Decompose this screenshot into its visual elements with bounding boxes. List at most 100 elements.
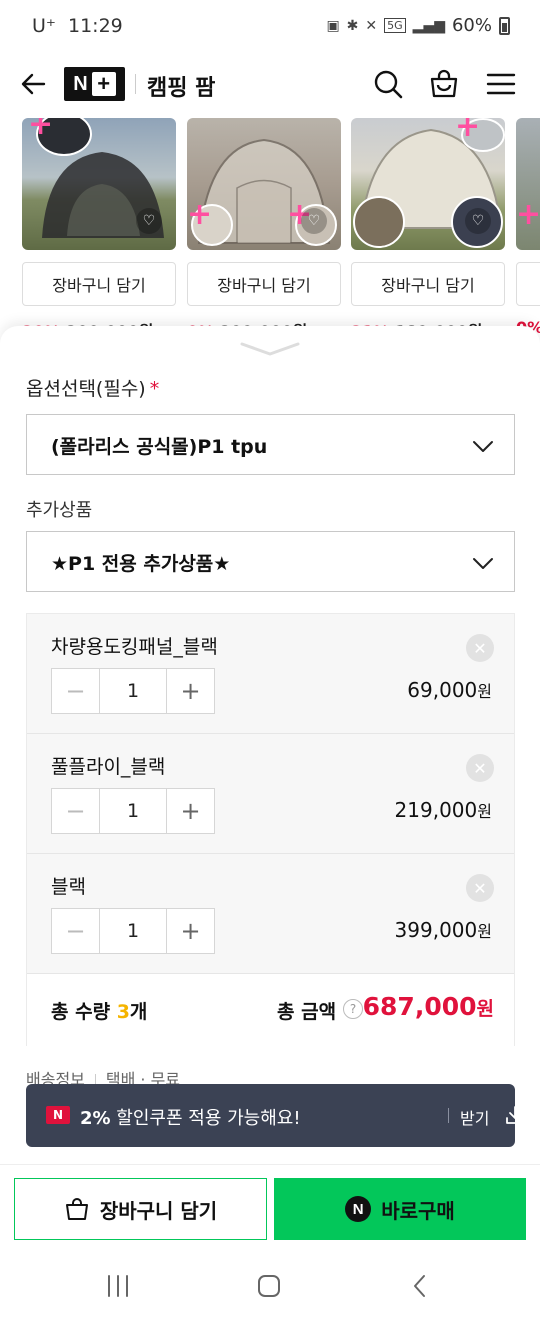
product-thumbnail[interactable]: + + ♡: [187, 118, 341, 250]
coupon-message: 2% 할인쿠폰 적용 가능해요!: [80, 1104, 301, 1130]
naver-logo-icon: N: [46, 1106, 70, 1124]
option-label: 옵션선택(필수) *: [26, 374, 159, 401]
add-to-cart-label: 장바구니 담기: [99, 1198, 218, 1223]
battery-percent: 60%: [451, 15, 492, 36]
add-to-cart-main-button[interactable]: 장바구니 담기: [14, 1178, 267, 1240]
logo-divider: [135, 74, 136, 94]
battery-icon: [499, 16, 510, 35]
decrease-quantity-button[interactable]: −: [52, 789, 100, 833]
quantity-stepper: − 1 +: [51, 908, 215, 954]
addon-label: 추가상품: [26, 500, 93, 521]
logo-n: N: [73, 72, 88, 95]
quantity-stepper: − 1 +: [51, 668, 215, 714]
remove-item-close-icon[interactable]: ✕: [466, 874, 494, 902]
naver-plus-logo[interactable]: N +: [64, 67, 125, 101]
selected-item: 블랙 ✕ − 1 + 399,000원: [27, 854, 514, 974]
currency-unit: 원: [477, 802, 492, 821]
product-card[interactable]: + + ♡ 장바구니 담기 0% 299,000원: [187, 118, 341, 342]
add-to-cart-button[interactable]: 장바구니 담기: [22, 262, 176, 306]
item-price: 399,000원: [395, 918, 492, 942]
increase-quantity-button[interactable]: +: [166, 789, 214, 833]
option-bottom-sheet: 옵션선택(필수) * (폴라리스 공식몰)P1 tpu 추가상품 ★P1 전용 추…: [0, 326, 540, 1320]
item-price: 219,000원: [395, 798, 492, 822]
item-price-value: 219,000: [394, 798, 478, 822]
quantity-stepper: − 1 +: [51, 788, 215, 834]
currency-unit: 원: [477, 682, 492, 701]
quantity-value[interactable]: 1: [100, 789, 166, 833]
item-name: 블랙: [51, 876, 86, 898]
buy-now-label: 바로구매: [381, 1198, 455, 1223]
total-quantity-unit: 개: [129, 1001, 148, 1023]
item-name: 차량용도킹패널_블랙: [51, 636, 218, 658]
add-to-cart-button[interactable]: 장바구니 담기: [351, 262, 505, 306]
item-price-value: 69,000: [407, 678, 478, 702]
total-quantity-label: 총 수량: [51, 1001, 111, 1023]
naver-pay-icon: N: [345, 1196, 372, 1222]
pink-plus-icon: +: [516, 197, 540, 232]
wishlist-icon[interactable]: ♡: [136, 208, 162, 234]
back-icon[interactable]: [406, 1272, 434, 1300]
help-icon[interactable]: ?: [343, 999, 363, 1019]
carrier-label: U⁺: [32, 15, 56, 37]
wishlist-icon[interactable]: ♡: [465, 208, 491, 234]
bluetooth-icon: ✱: [346, 17, 359, 34]
download-icon[interactable]: [504, 1104, 526, 1126]
remove-item-close-icon[interactable]: ✕: [466, 754, 494, 782]
signal-icon: ▂▄▆: [412, 17, 445, 34]
collapse-chevron-icon[interactable]: [238, 340, 302, 358]
item-price-value: 399,000: [394, 918, 478, 942]
add-to-cart-button[interactable]: 장바구니 담기: [187, 262, 341, 306]
addon-selected-value: ★P1 전용 추가상품★: [51, 553, 231, 575]
selected-items-list: 차량용도킹패널_블랙 ✕ − 1 + 69,000원 풀플라이_블랙 ✕ − 1…: [26, 613, 515, 1046]
get-coupon-button[interactable]: 받기: [460, 1105, 489, 1129]
shopping-bag-icon: [65, 1198, 88, 1220]
increase-quantity-button[interactable]: +: [166, 669, 214, 713]
app-header: N + 캠핑 팜: [0, 56, 540, 112]
product-card[interactable]: + ♡ 장바구니 담기 21% 189,000원: [351, 118, 505, 342]
product-thumbnail[interactable]: +: [516, 118, 540, 250]
option-label-text: 옵션선택(필수): [26, 378, 146, 400]
recents-icon[interactable]: [104, 1272, 132, 1300]
selected-item: 풀플라이_블랙 ✕ − 1 + 219,000원: [27, 734, 514, 854]
total-summary: 총 수량 3개 총 금액 ? 687,000원: [27, 974, 514, 1046]
product-thumbnail[interactable]: + ♡: [351, 118, 505, 250]
shopping-bag-icon[interactable]: [428, 68, 460, 100]
add-to-cart-button[interactable]: [516, 262, 540, 306]
menu-icon[interactable]: [485, 68, 517, 100]
wishlist-icon[interactable]: ♡: [301, 208, 327, 234]
decrease-quantity-button[interactable]: −: [52, 669, 100, 713]
pink-plus-icon: +: [455, 118, 481, 144]
search-icon[interactable]: [372, 68, 404, 100]
increase-quantity-button[interactable]: +: [166, 909, 214, 953]
remove-item-close-icon[interactable]: ✕: [466, 634, 494, 662]
total-amount-label: 총 금액: [277, 1001, 337, 1023]
chevron-down-icon: [473, 441, 493, 452]
status-left: U⁺ 11:29: [32, 15, 123, 37]
sim-icon: ▣: [326, 17, 340, 34]
back-arrow-icon[interactable]: [18, 68, 50, 100]
pink-plus-icon: +: [28, 118, 54, 142]
addon-select[interactable]: ★P1 전용 추가상품★: [26, 531, 515, 592]
buy-now-button[interactable]: N 바로구매: [274, 1178, 526, 1240]
selected-item: 차량용도킹패널_블랙 ✕ − 1 + 69,000원: [27, 614, 514, 734]
quantity-value[interactable]: 1: [100, 909, 166, 953]
option-select[interactable]: (폴라리스 공식몰)P1 tpu: [26, 414, 515, 475]
item-price: 69,000원: [407, 678, 492, 702]
option-selected-value: (폴라리스 공식몰)P1 tpu: [51, 436, 268, 458]
home-icon[interactable]: [255, 1272, 283, 1300]
quantity-value[interactable]: 1: [100, 669, 166, 713]
total-quantity-number: 3: [116, 1001, 130, 1023]
chevron-down-icon: [473, 558, 493, 569]
product-card[interactable]: + 0%: [516, 118, 540, 337]
status-bar: U⁺ 11:29 ▣ ✱ ✕ 5G ▂▄▆ 60%: [0, 0, 540, 56]
pink-plus-icon: +: [187, 197, 213, 232]
coupon-toast[interactable]: N 2% 할인쿠폰 적용 가능해요! 받기: [26, 1084, 524, 1147]
store-name[interactable]: 캠핑 팜: [147, 70, 215, 102]
required-mark: *: [149, 378, 160, 400]
product-card[interactable]: + ♡ 장바구니 담기 20% 200,000원: [22, 118, 176, 342]
total-amount-value: 687,000: [362, 992, 477, 1021]
mute-icon: ✕: [365, 17, 378, 34]
decrease-quantity-button[interactable]: −: [52, 909, 100, 953]
coupon-message-text: 할인쿠폰 적용 가능해요!: [116, 1108, 301, 1129]
product-thumbnail[interactable]: + ♡: [22, 118, 176, 250]
